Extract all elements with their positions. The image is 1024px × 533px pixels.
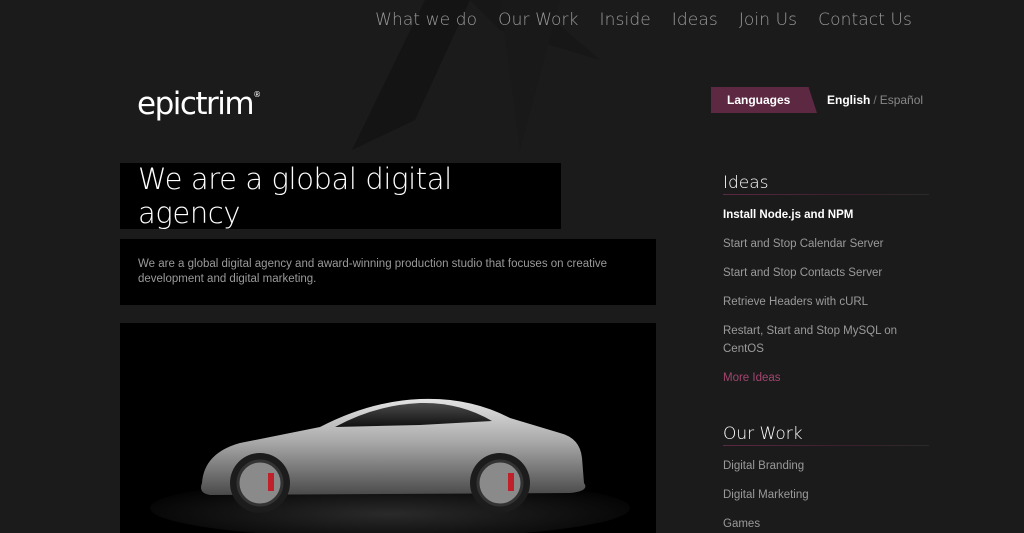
page-headline: We are a global digital agency	[138, 162, 452, 230]
intro-box: We are a global digital agency and award…	[120, 239, 656, 305]
nav-join-us[interactable]: Join Us	[739, 10, 797, 30]
our-work-divider	[723, 445, 929, 446]
logo[interactable]: epictrim®	[137, 86, 261, 122]
our-work-section: Our Work Digital Branding Digital Market…	[723, 424, 929, 533]
intro-text: We are a global digital agency and award…	[138, 258, 608, 285]
idea-link[interactable]: Start and Stop Calendar Server	[723, 235, 929, 253]
language-english[interactable]: English	[827, 93, 870, 107]
logo-text: epictrim	[137, 86, 255, 122]
idea-link[interactable]: Install Node.js and NPM	[723, 206, 929, 224]
our-work-title: Our Work	[723, 424, 803, 444]
language-espanol[interactable]: Español	[880, 93, 923, 107]
sports-car-image	[120, 323, 656, 533]
top-navigation: What we do Our Work Inside Ideas Join Us…	[354, 10, 912, 30]
nav-inside[interactable]: Inside	[600, 10, 651, 30]
ideas-title: Ideas	[723, 173, 769, 193]
work-link[interactable]: Games	[723, 515, 929, 533]
headline-box: We are a global digital agency	[120, 162, 561, 230]
idea-link[interactable]: Start and Stop Contacts Server	[723, 264, 929, 282]
idea-link[interactable]: Restart, Start and Stop MySQL on CentOS	[723, 322, 903, 358]
idea-link[interactable]: Retrieve Headers with cURL	[723, 293, 929, 311]
language-separator: /	[873, 93, 877, 107]
hero-image	[120, 323, 656, 533]
ideas-section: Ideas Install Node.js and NPM Start and …	[723, 173, 929, 387]
ideas-divider	[723, 194, 929, 195]
nav-contact-us[interactable]: Contact Us	[818, 10, 912, 30]
work-link[interactable]: Digital Marketing	[723, 486, 929, 504]
language-selector: English / Español	[827, 93, 923, 107]
nav-ideas[interactable]: Ideas	[672, 10, 718, 30]
registered-mark: ®	[253, 89, 262, 99]
more-ideas-link[interactable]: More Ideas	[723, 369, 929, 387]
languages-tab: Languages	[711, 87, 817, 113]
nav-our-work[interactable]: Our Work	[498, 10, 578, 30]
nav-what-we-do[interactable]: What we do	[375, 10, 477, 30]
work-link[interactable]: Digital Branding	[723, 457, 929, 475]
